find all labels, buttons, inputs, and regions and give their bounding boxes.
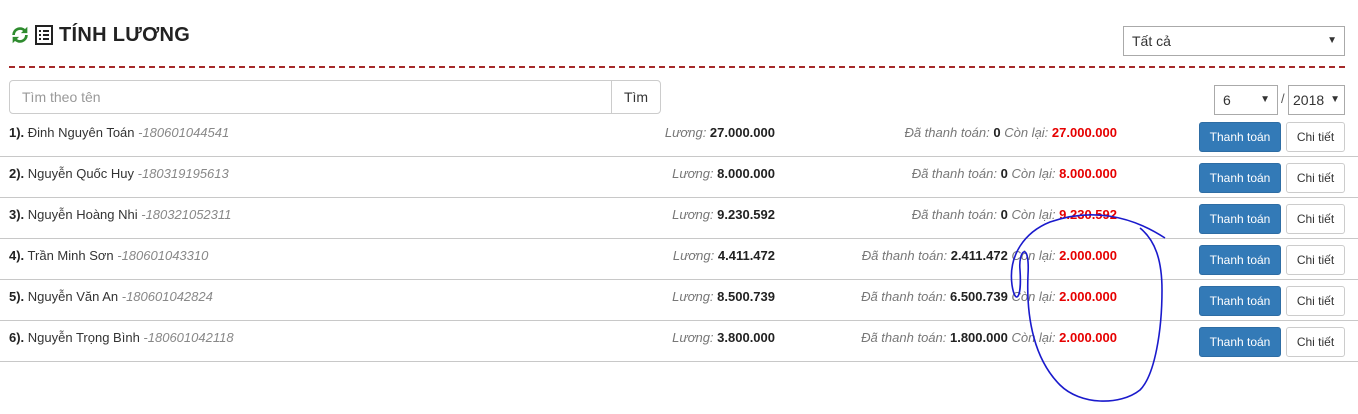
period-separator: / <box>1281 91 1285 106</box>
salary: Lương: 4.411.472 <box>672 248 775 263</box>
pay-button[interactable]: Thanh toán <box>1199 204 1281 234</box>
employee-name: 3). Nguyễn Hoàng Nhi -180321052311 <box>9 207 232 222</box>
detail-button[interactable]: Chi tiết <box>1286 286 1345 316</box>
employee-name: 5). Nguyễn Văn An -180601042824 <box>9 289 213 304</box>
salary: Lương: 8.000.000 <box>672 166 775 181</box>
refresh-icon[interactable] <box>9 24 31 46</box>
employee-list: 1). Đinh Nguyên Toán -180601044541 Lương… <box>0 116 1358 362</box>
pay-button[interactable]: Thanh toán <box>1199 245 1281 275</box>
list-item: 5). Nguyễn Văn An -180601042824 Lương: 8… <box>0 280 1358 321</box>
detail-button[interactable]: Chi tiết <box>1286 204 1345 234</box>
employee-name: 1). Đinh Nguyên Toán -180601044541 <box>9 125 230 140</box>
chevron-down-icon: ▼ <box>1330 94 1340 105</box>
year-value: 2018 <box>1293 92 1325 108</box>
pay-button[interactable]: Thanh toán <box>1199 122 1281 152</box>
list-item: 3). Nguyễn Hoàng Nhi -180321052311 Lương… <box>0 198 1358 239</box>
payment-status: Đã thanh toán: 2.411.472 Còn lại: 2.000.… <box>861 248 1117 263</box>
payment-status: Đã thanh toán: 1.800.000 Còn lại: 2.000.… <box>861 330 1117 345</box>
payment-status: Đã thanh toán: 6.500.739 Còn lại: 2.000.… <box>861 289 1117 304</box>
employee-name: 4). Trần Minh Sơn -180601043310 <box>9 248 209 263</box>
month-select[interactable]: 6 ▼ <box>1214 85 1278 115</box>
year-select[interactable]: 2018 ▼ <box>1288 85 1345 115</box>
detail-button[interactable]: Chi tiết <box>1286 327 1345 357</box>
status-filter-select[interactable]: Tất cả ▼ <box>1123 26 1345 56</box>
page-title: TÍNH LƯƠNG <box>59 23 191 46</box>
list-item: 4). Trần Minh Sơn -180601043310 Lương: 4… <box>0 239 1358 280</box>
salary: Lương: 9.230.592 <box>672 207 775 222</box>
list-icon <box>35 25 53 45</box>
search-input[interactable] <box>9 80 612 114</box>
page-header: TÍNH LƯƠNG <box>9 20 190 50</box>
pay-button[interactable]: Thanh toán <box>1199 327 1281 357</box>
detail-button[interactable]: Chi tiết <box>1286 122 1345 152</box>
month-value: 6 <box>1223 92 1231 108</box>
payment-status: Đã thanh toán: 0 Còn lại: 27.000.000 <box>904 125 1117 140</box>
detail-button[interactable]: Chi tiết <box>1286 163 1345 193</box>
pay-button[interactable]: Thanh toán <box>1199 286 1281 316</box>
pay-button[interactable]: Thanh toán <box>1199 163 1281 193</box>
list-item: 1). Đinh Nguyên Toán -180601044541 Lương… <box>0 116 1358 157</box>
search-button[interactable]: Tìm <box>611 80 661 114</box>
detail-button[interactable]: Chi tiết <box>1286 245 1345 275</box>
chevron-down-icon: ▼ <box>1260 94 1270 105</box>
payment-status: Đã thanh toán: 0 Còn lại: 9.230.592 <box>911 207 1117 222</box>
list-item: 2). Nguyễn Quốc Huy -180319195613 Lương:… <box>0 157 1358 198</box>
salary: Lương: 8.500.739 <box>672 289 775 304</box>
list-item: 6). Nguyễn Trọng Bình -180601042118 Lươn… <box>0 321 1358 362</box>
salary: Lương: 27.000.000 <box>664 125 775 140</box>
employee-name: 2). Nguyễn Quốc Huy -180319195613 <box>9 166 229 181</box>
salary: Lương: 3.800.000 <box>672 330 775 345</box>
employee-name: 6). Nguyễn Trọng Bình -180601042118 <box>9 330 234 345</box>
payment-status: Đã thanh toán: 0 Còn lại: 8.000.000 <box>911 166 1117 181</box>
status-filter-value: Tất cả <box>1132 33 1171 49</box>
section-divider <box>9 66 1345 68</box>
chevron-down-icon: ▼ <box>1327 35 1337 46</box>
